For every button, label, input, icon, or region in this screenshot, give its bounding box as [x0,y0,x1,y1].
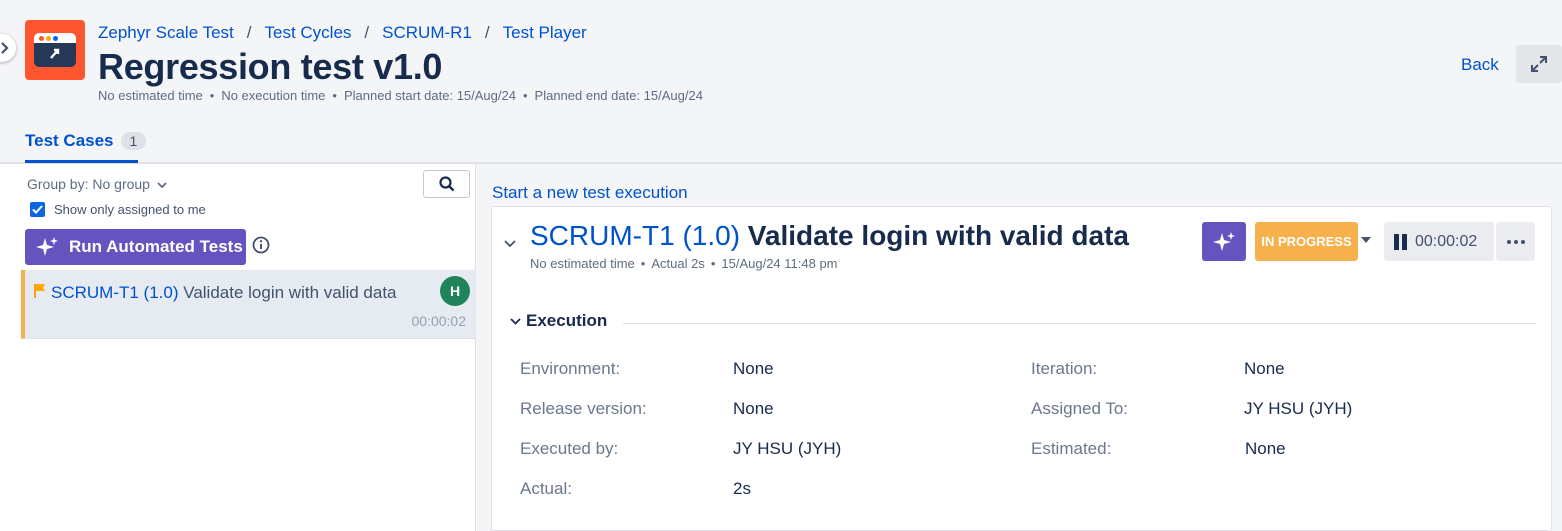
breadcrumb: Zephyr Scale Test / Test Cycles / SCRUM-… [98,23,587,43]
tab-active-indicator [25,160,138,163]
flag-icon [34,284,45,298]
field-iteration: Iteration: [1031,359,1097,379]
sparkles-icon [36,237,58,256]
group-by-label: Group by: No group [27,176,150,192]
search-icon [438,176,454,192]
start-new-execution-link[interactable]: Start a new test execution [492,183,688,203]
tab-label: Test Cases [25,131,114,150]
test-case-list-panel: Group by: No group Show only assigned to… [0,164,476,531]
execution-key[interactable]: SCRUM-T1 (1.0) [530,220,740,251]
tab-count-badge: 1 [120,132,147,150]
pause-icon [1394,233,1407,250]
field-label: Estimated: [1031,439,1112,458]
field-release-version: Release version: [520,399,647,419]
more-icon [1506,239,1525,244]
ai-assist-button[interactable] [1202,222,1246,261]
field-label: Executed by: [520,439,619,458]
show-assigned-toggle[interactable]: Show only assigned to me [30,202,206,217]
meta-execution-time: No execution time [221,88,326,103]
meta-estimated: No estimated time [98,88,203,103]
chevron-down-icon[interactable] [504,240,516,248]
execution-name: Validate login with valid data [747,220,1129,251]
field-label: Actual: [520,479,572,498]
timer-button[interactable]: 00:00:02 [1384,222,1494,261]
field-release-version-value[interactable]: None [733,399,774,419]
exec-meta-estimated: No estimated time [530,256,635,271]
test-case-key: SCRUM-T1 (1.0) [51,283,179,302]
breadcrumb-test-cycles[interactable]: Test Cycles [265,23,352,43]
field-environment-value[interactable]: None [733,359,774,379]
show-assigned-checkbox[interactable] [30,202,45,217]
execution-card: SCRUM-T1 (1.0) Validate login with valid… [491,206,1552,531]
cursor-icon [50,48,60,59]
field-executed-by-value[interactable]: JY HSU (JYH) [733,439,841,459]
test-case-name: Validate login with valid data [183,283,397,302]
show-assigned-label: Show only assigned to me [54,202,206,217]
field-label: Iteration: [1031,359,1098,378]
chevron-down-icon [157,182,167,189]
info-icon[interactable] [252,236,270,254]
run-automated-tests-button[interactable]: Run Automated Tests [25,229,246,265]
section-title: Execution [526,311,608,330]
test-case-title: SCRUM-T1 (1.0) Validate login with valid… [51,283,397,303]
meta-end-date: Planned end date: 15/Aug/24 [534,88,703,103]
field-actual-value[interactable]: 2s [733,479,751,499]
cycle-meta: No estimated time • No execution time • Plan… [98,88,703,103]
meta-start-date: Planned start date: 15/Aug/24 [343,88,516,103]
field-label: Environment: [520,359,621,378]
check-icon [32,205,43,214]
tab-test-cases[interactable]: Test Cases 1 [25,131,147,151]
execution-title: SCRUM-T1 (1.0) Validate login with valid… [530,220,1129,252]
execution-meta: No estimated time • Actual 2s • 15/Aug/24 11… [530,256,838,271]
field-label: Release version: [520,399,647,418]
section-divider [623,323,1536,324]
chevron-right-icon [1,42,9,54]
breadcrumb-zephyr-scale[interactable]: Zephyr Scale Test [98,23,234,43]
status-button[interactable]: IN PROGRESS [1255,222,1358,261]
field-assigned-to: Assigned To: [1031,399,1128,419]
search-button[interactable] [423,170,470,198]
test-case-time: 00:00:02 [411,313,467,329]
caret-down-icon[interactable] [1361,237,1371,243]
field-iteration-value[interactable]: None [1244,359,1285,379]
timer-value: 00:00:02 [1415,232,1478,250]
field-label: Assigned To: [1031,399,1129,418]
sidebar-collapse-button[interactable] [0,34,16,62]
sparkles-icon [1213,231,1235,251]
group-by-dropdown[interactable]: Group by: No group [27,176,167,192]
breadcrumb-test-player[interactable]: Test Player [503,23,587,43]
breadcrumb-cycle[interactable]: SCRUM-R1 [382,23,472,43]
field-executed-by: Executed by: [520,439,618,459]
field-assigned-to-value[interactable]: JY HSU (JYH) [1244,399,1352,419]
app-logo [25,20,85,80]
execution-section-toggle[interactable]: Execution [510,311,607,331]
avatar: H [440,276,470,306]
exec-meta-actual: Actual 2s [651,256,705,271]
field-environment: Environment: [520,359,620,379]
more-actions-button[interactable] [1496,222,1535,261]
run-button-label: Run Automated Tests [69,237,243,256]
fullscreen-button[interactable] [1516,45,1562,83]
field-estimated-value[interactable]: None [1245,439,1286,459]
list-item[interactable]: SCRUM-T1 (1.0) Validate login with valid… [21,270,476,339]
back-link[interactable]: Back [1461,55,1499,75]
expand-icon [1531,56,1547,72]
chevron-down-icon [510,317,521,325]
exec-meta-date: 15/Aug/24 11:48 pm [721,256,838,271]
page-title: Regression test v1.0 [98,46,443,87]
field-actual: Actual: [520,479,572,499]
field-estimated: Estimated: [1031,439,1111,459]
